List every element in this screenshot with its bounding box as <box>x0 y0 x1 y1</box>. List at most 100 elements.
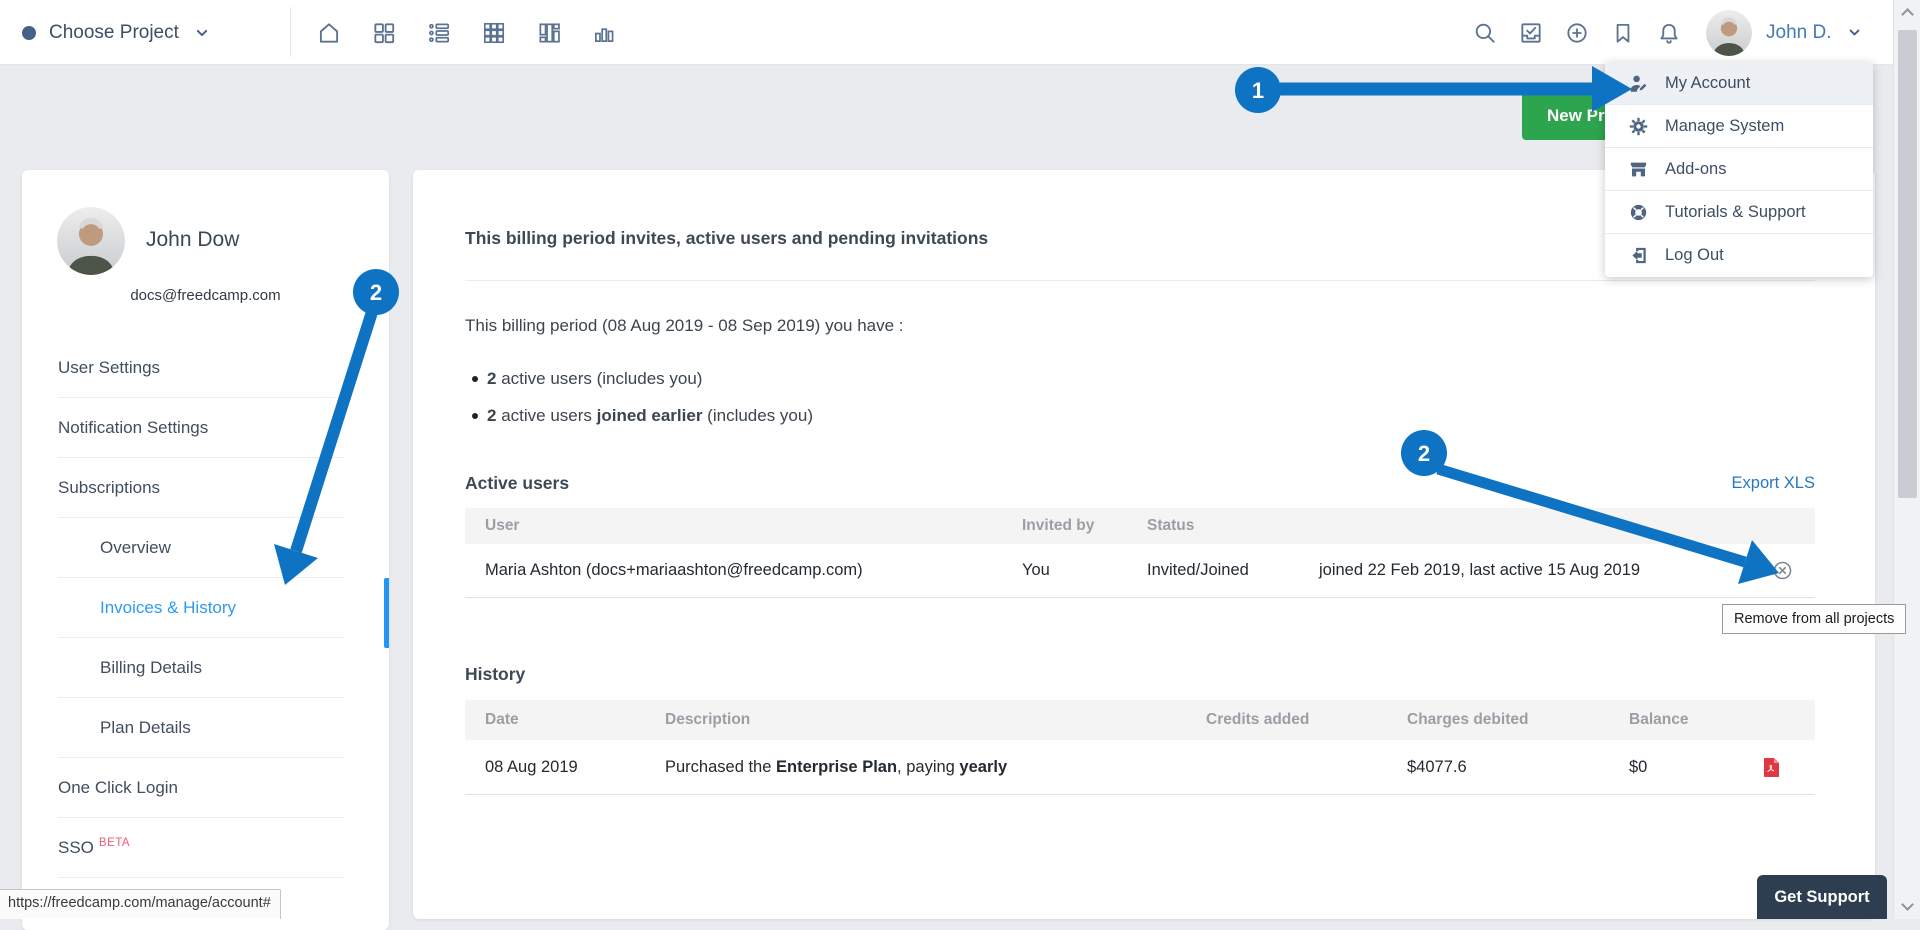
cell-activity: joined 22 Feb 2019, last active 15 Aug 2… <box>1319 561 1773 580</box>
col-credits-added: Credits added <box>1206 711 1407 729</box>
export-xls-link[interactable]: Export XLS <box>1732 468 1815 498</box>
cell-balance: $0 <box>1629 758 1763 777</box>
page-title: This billing period invites, active user… <box>465 228 988 249</box>
menu-item-add-ons[interactable]: Add-ons <box>1605 148 1873 191</box>
menu-item-label: My Account <box>1665 74 1750 93</box>
beta-badge: BETA <box>99 837 130 849</box>
link-status-bar: https://freedcamp.com/manage/account# <box>0 889 281 919</box>
sidebar-item-user-settings[interactable]: User Settings <box>22 338 389 398</box>
sidebar-menu: User Settings Notification Settings Subs… <box>22 338 389 878</box>
task-list-icon[interactable] <box>426 20 452 46</box>
sidebar-item-invoices-history[interactable]: Invoices & History <box>22 578 389 638</box>
menu-item-tutorials-support[interactable]: Tutorials & Support <box>1605 191 1873 234</box>
sidebar-user-name: John Dow <box>146 228 239 252</box>
menu-item-label: Tutorials & Support <box>1665 203 1806 222</box>
scrollbar-up-arrow[interactable] <box>1901 8 1914 21</box>
sidebar-item-notification-settings[interactable]: Notification Settings <box>22 398 389 458</box>
home-icon[interactable] <box>316 20 342 46</box>
billing-summary-list: 2 active users (includes you) 2 active u… <box>465 366 813 440</box>
menu-item-label: Manage System <box>1665 117 1784 136</box>
menu-item-label: Add-ons <box>1665 160 1726 179</box>
table-header: Date Description Credits added Charges d… <box>465 700 1815 740</box>
annotation-step1-badge <box>1235 67 1281 113</box>
pdf-file-icon <box>1763 757 1780 778</box>
col-date: Date <box>485 711 665 729</box>
avatar-photo <box>1706 10 1752 56</box>
col-status: Status <box>1147 517 1319 535</box>
sidebar-item-plan-details[interactable]: Plan Details <box>22 698 389 758</box>
menu-item-my-account[interactable]: My Account <box>1605 62 1873 105</box>
table-header: User Invited by Status <box>465 508 1815 544</box>
remove-tooltip: Remove from all projects <box>1722 604 1906 634</box>
menu-item-log-out[interactable]: Log Out <box>1605 234 1873 277</box>
user-avatar <box>1706 10 1752 56</box>
sidebar-item-one-click-login[interactable]: One Click Login <box>22 758 389 818</box>
history-table: Date Description Credits added Charges d… <box>465 700 1815 795</box>
active-users-header-row: Active users Export XLS <box>465 468 1815 498</box>
project-selector-label: Choose Project <box>49 22 179 44</box>
bookmarks-icon[interactable] <box>1610 20 1636 46</box>
col-user: User <box>485 517 1022 535</box>
active-item-indicator <box>384 578 389 648</box>
tasks-inbox-icon[interactable] <box>1518 20 1544 46</box>
topbar-action-icons <box>1472 0 1682 65</box>
menu-item-manage-system[interactable]: Manage System <box>1605 105 1873 148</box>
user-name: John D. <box>1766 22 1831 44</box>
billing-period-text: This billing period (08 Aug 2019 - 08 Se… <box>465 316 904 336</box>
user-edit-icon <box>1627 72 1650 95</box>
history-title: History <box>465 659 525 689</box>
table-row: 08 Aug 2019 Purchased the Enterprise Pla… <box>465 740 1815 795</box>
col-balance: Balance <box>1629 711 1763 729</box>
active-users-table: User Invited by Status Maria Ashton (doc… <box>465 508 1815 598</box>
freedcamp-account-page: { "colors": { "annotation_blue": "#0e73c… <box>0 0 1920 919</box>
grid-icon[interactable] <box>481 20 507 46</box>
sidebar-item-sso[interactable]: SSOBETA <box>22 818 389 878</box>
user-menu-trigger[interactable]: John D. <box>1706 0 1864 65</box>
chevron-down-icon <box>192 23 212 43</box>
remove-user-button[interactable] <box>1773 561 1792 580</box>
chevron-down-icon <box>1845 23 1864 42</box>
bar-chart-icon[interactable] <box>591 20 617 46</box>
store-icon <box>1627 158 1650 181</box>
invoice-pdf-button[interactable] <box>1763 757 1780 778</box>
gear-icon <box>1627 115 1650 138</box>
menu-item-label: Log Out <box>1665 246 1724 265</box>
sidebar-item-overview[interactable]: Overview <box>22 518 389 578</box>
annotation-step1-number: 1 <box>1252 78 1264 103</box>
topbar: Choose Project John D. <box>0 0 1920 65</box>
scrollbar-down-arrow[interactable] <box>1901 898 1914 911</box>
account-sidebar: John Dow docs@freedcamp.com User Setting… <box>22 170 389 930</box>
active-users-bullet: 2 active users (includes you) <box>465 366 813 403</box>
project-color-dot <box>22 26 36 40</box>
col-invited-by: Invited by <box>1022 517 1147 535</box>
dashboard-icon[interactable] <box>371 20 397 46</box>
active-users-title: Active users <box>465 473 569 493</box>
billing-content: This billing period invites, active user… <box>413 170 1875 919</box>
sidebar-user-email: docs@freedcamp.com <box>22 287 389 304</box>
get-support-button[interactable]: Get Support <box>1757 875 1887 919</box>
user-avatar <box>57 207 125 275</box>
help-buoy-icon <box>1627 201 1650 224</box>
cell-charges: $4077.6 <box>1407 758 1629 777</box>
cell-user: Maria Ashton (docs+mariaashton@freedcamp… <box>485 561 1022 580</box>
user-dropdown-menu: My Account Manage System Add-ons Tutoria… <box>1605 62 1873 277</box>
cell-description: Purchased the Enterprise Plan, paying ye… <box>665 758 1206 777</box>
col-charges-debited: Charges debited <box>1407 711 1629 729</box>
scrollbar-thumb[interactable] <box>1898 30 1917 498</box>
sidebar-item-billing-details[interactable]: Billing Details <box>22 638 389 698</box>
cell-date: 08 Aug 2019 <box>485 758 665 777</box>
log-out-icon <box>1627 244 1650 267</box>
notifications-icon[interactable] <box>1656 20 1682 46</box>
remove-circle-icon <box>1773 561 1792 580</box>
kanban-board-icon[interactable] <box>536 20 562 46</box>
project-selector[interactable]: Choose Project <box>22 0 212 65</box>
avatar-photo <box>57 207 125 275</box>
search-icon[interactable] <box>1472 20 1498 46</box>
heading-divider <box>465 280 1815 281</box>
topbar-divider <box>290 7 291 57</box>
page-scrollbar[interactable] <box>1893 0 1920 919</box>
sidebar-item-subscriptions[interactable]: Subscriptions <box>22 458 389 518</box>
cell-invited-by: You <box>1022 561 1147 580</box>
table-row: Maria Ashton (docs+mariaashton@freedcamp… <box>465 544 1815 598</box>
add-icon[interactable] <box>1564 20 1590 46</box>
